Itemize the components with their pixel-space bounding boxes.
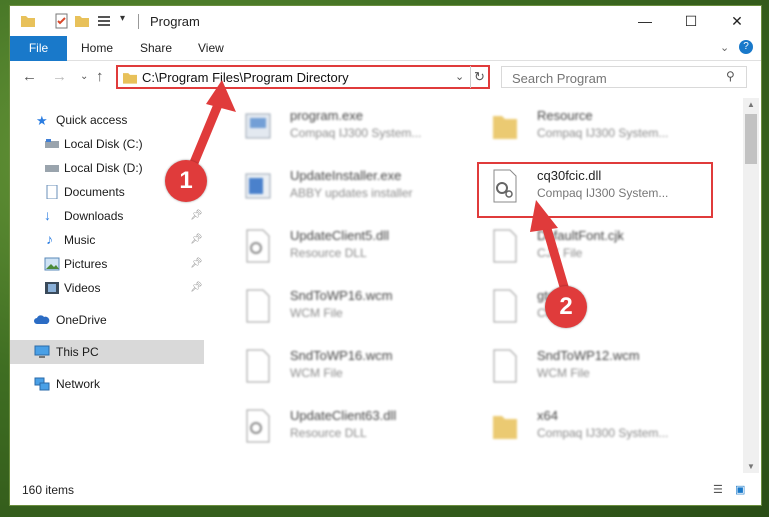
callout-badge-1: 1 [165, 160, 207, 202]
annotation-arrows [186, 80, 570, 295]
arrow-1-shaft [186, 95, 225, 175]
arrow-2-head [530, 200, 558, 232]
callout-badge-2: 2 [545, 286, 587, 328]
arrow-2-shaft [540, 217, 570, 295]
arrow-1-head [206, 80, 236, 112]
